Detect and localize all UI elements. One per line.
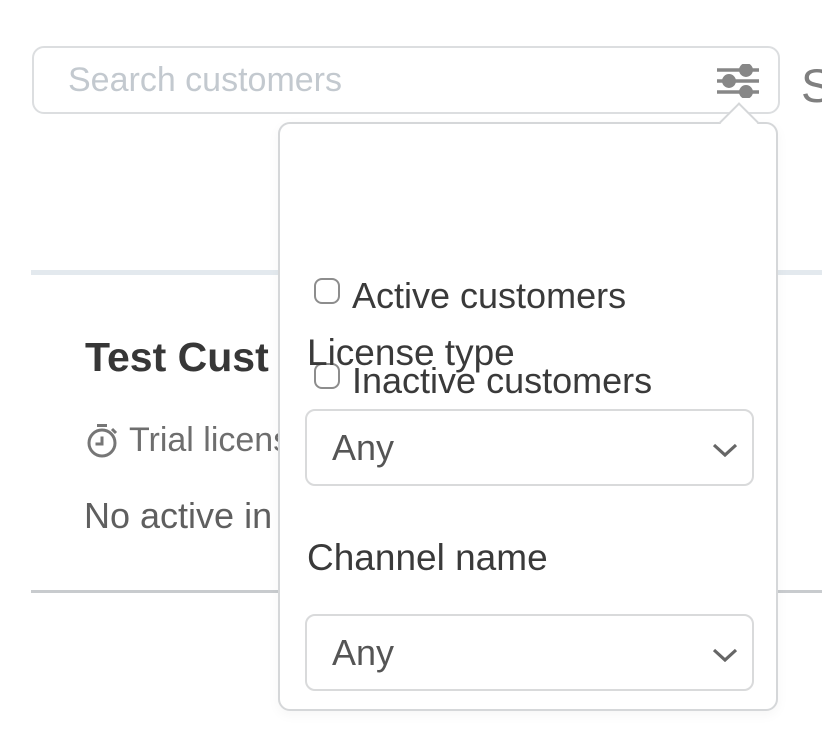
search-bar bbox=[32, 46, 780, 114]
timer-icon bbox=[84, 423, 120, 459]
chevron-down-icon bbox=[712, 443, 738, 457]
channel-name-select[interactable]: Any bbox=[305, 614, 754, 691]
chevron-down-icon bbox=[712, 648, 738, 662]
license-type-label: License type bbox=[307, 334, 515, 371]
filter-popover: Active customers Inactive customers Lice… bbox=[278, 122, 778, 711]
active-customers-option[interactable]: Active customers bbox=[314, 276, 626, 316]
customer-name-heading: Test Cust bbox=[85, 333, 269, 381]
channel-name-select-value: Any bbox=[307, 632, 394, 674]
customers-screen: S Test Cust Trial licens No active in Ac… bbox=[0, 0, 822, 756]
license-type-select-value: Any bbox=[307, 427, 394, 469]
clipped-right-text: S bbox=[801, 62, 822, 109]
sliders-icon bbox=[715, 64, 761, 98]
active-customers-checkbox[interactable] bbox=[314, 278, 340, 304]
license-type-select[interactable]: Any bbox=[305, 409, 754, 486]
installations-status-text: No active in bbox=[84, 495, 272, 537]
search-input[interactable] bbox=[34, 48, 778, 112]
license-type-text: Trial licens bbox=[129, 421, 290, 460]
filter-button[interactable] bbox=[710, 57, 766, 105]
license-row: Trial licens bbox=[84, 421, 290, 460]
active-customers-label: Active customers bbox=[352, 276, 626, 316]
channel-name-label: Channel name bbox=[307, 539, 548, 576]
